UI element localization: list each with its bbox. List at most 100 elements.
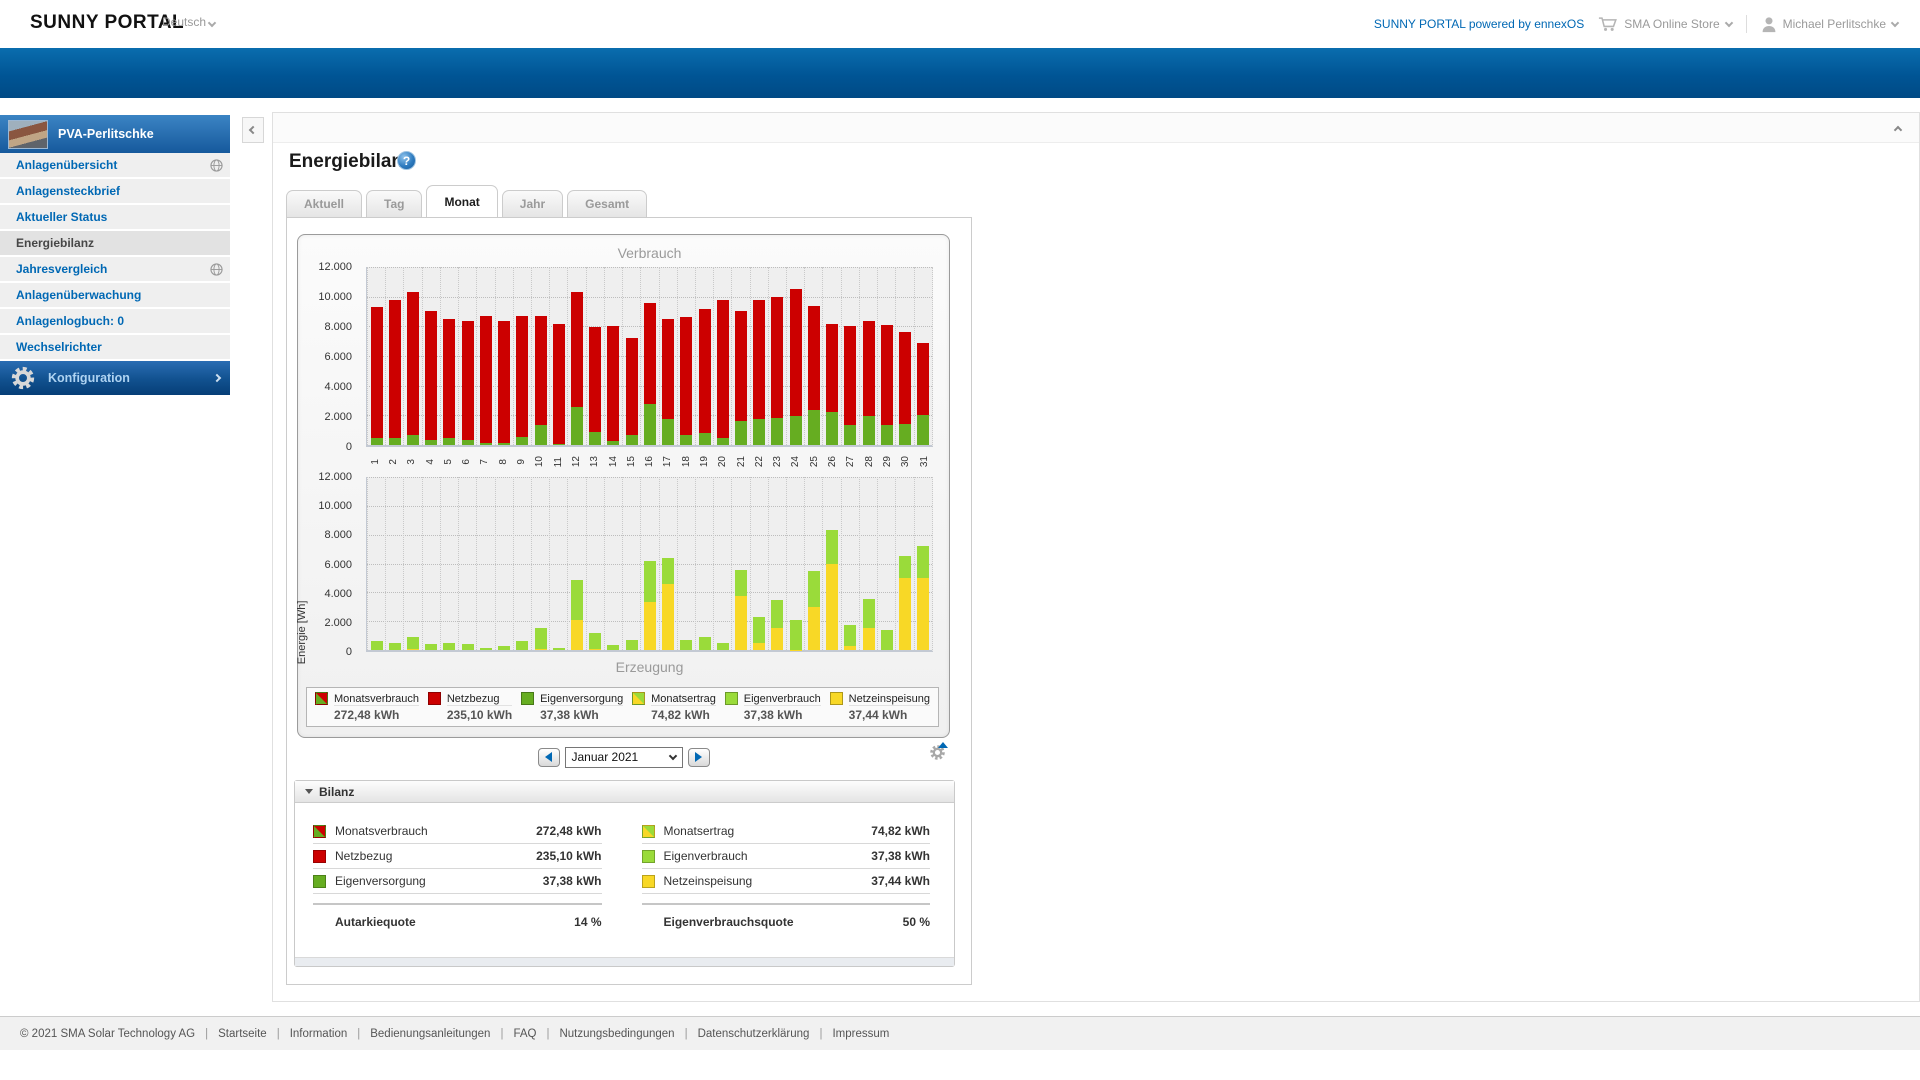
- bar-segment-eigenverbrauch: [462, 644, 474, 650]
- arrow-left-icon: [545, 752, 552, 762]
- sma-online-store-link[interactable]: SMA Online Store: [1598, 16, 1731, 32]
- color-chip-icon: [642, 875, 655, 888]
- bar-segment-eigenverbrauch: [753, 617, 765, 643]
- bar-segment-netzbezug: [589, 327, 601, 432]
- sidebar-item-anlagensteckbrief[interactable]: Anlagensteckbrief: [0, 179, 230, 205]
- plant-header[interactable]: PVA-Perlitschke: [0, 115, 230, 153]
- bar-slot-day-22: [750, 477, 768, 650]
- sidebar-item-energiebilanz[interactable]: Energiebilanz: [0, 231, 230, 257]
- bar-segment-eigenverbrauch: [699, 637, 711, 650]
- help-icon[interactable]: ?: [397, 151, 416, 170]
- tab-aktuell[interactable]: Aktuell: [286, 190, 362, 217]
- stacked-bar: [480, 477, 492, 650]
- language-selector[interactable]: Deutsch: [162, 15, 215, 29]
- sidebar-item-anlagen-bersicht[interactable]: Anlagenübersicht: [0, 153, 230, 179]
- stacked-bar: [480, 267, 492, 445]
- next-month-button[interactable]: [688, 748, 710, 767]
- legend-value: 235,10 kWh: [447, 708, 512, 722]
- bar-segment-netzeinspeisung: [808, 607, 820, 650]
- stacked-bar: [717, 477, 729, 650]
- month-select[interactable]: Januar 2021: [565, 747, 683, 768]
- sidebar-item-jahresvergleich[interactable]: Jahresvergleich: [0, 257, 230, 283]
- stacked-bar: [899, 477, 911, 650]
- stacked-bar: [462, 267, 474, 445]
- user-menu[interactable]: Michael Perlitschke: [1761, 16, 1898, 33]
- bar-segment-eigenversorgung: [699, 433, 711, 445]
- bar-slot-day-18: [677, 267, 695, 445]
- bilanz-quote-autarkiequote: Autarkiequote14 %: [313, 905, 602, 939]
- bar-segment-netzeinspeisung: [662, 584, 674, 650]
- x-label-text: 16: [644, 456, 655, 467]
- bar-segment-eigenversorgung: [771, 418, 783, 445]
- tab-monat[interactable]: Monat: [426, 185, 497, 217]
- energy-chart-panel: Verbrauch 12.00010.0008.0006.0004.0002.0…: [297, 234, 950, 738]
- bar-segment-netzbezug: [644, 303, 656, 405]
- footer-separator: |: [819, 1028, 822, 1040]
- tab-tag[interactable]: Tag: [366, 190, 422, 217]
- banner-bar: [0, 48, 1920, 98]
- x-label-text: 1: [370, 459, 381, 465]
- sidebar-item-anlagenlogbuch-0[interactable]: Anlagenlogbuch: 0: [0, 309, 230, 335]
- collapse-sidebar-button[interactable]: [242, 117, 264, 143]
- stacked-bar: [753, 477, 765, 650]
- stacked-bar: [644, 267, 656, 445]
- bar-slot-day-1: [367, 477, 385, 650]
- globe-icon: [210, 159, 223, 172]
- bar-slot-day-3: [403, 477, 421, 650]
- stacked-bar: [771, 477, 783, 650]
- footer-link-datenschutzerklärung[interactable]: Datenschutzerklärung: [698, 1028, 810, 1040]
- bar-slot-day-16: [640, 477, 658, 650]
- bar-segment-eigenverbrauch: [680, 640, 692, 650]
- footer-link-nutzungsbedingungen[interactable]: Nutzungsbedingungen: [559, 1028, 674, 1040]
- powered-by-ennexos-link[interactable]: SUNNY PORTAL powered by ennexOS: [1374, 17, 1584, 31]
- stacked-bar: [844, 267, 856, 445]
- chart-settings-icon[interactable]: [929, 744, 946, 761]
- sidebar-item-anlagen-berwachung[interactable]: Anlagenüberwachung: [0, 283, 230, 309]
- page-title: Energiebilanz: [289, 151, 413, 173]
- stacked-bar: [443, 477, 455, 650]
- x-label-text: 3: [406, 459, 417, 465]
- color-chip-icon: [313, 825, 326, 838]
- sidebar-item-label: Energiebilanz: [16, 236, 94, 250]
- bar-slot-day-27: [841, 477, 859, 650]
- bar-slot-day-23: [768, 477, 786, 650]
- legend-item-monatsverbrauch: Monatsverbrauch272,48 kWh: [315, 691, 419, 724]
- bar-slot-day-18: [677, 477, 695, 650]
- chevron-right-icon: [213, 374, 221, 382]
- bar-slot-day-15: [622, 477, 640, 650]
- bar-segment-netzbezug: [607, 326, 619, 440]
- x-label-day-9: 9: [512, 449, 530, 475]
- sidebar-item-wechselrichter[interactable]: Wechselrichter: [0, 335, 230, 361]
- sidebar-item-aktueller-status[interactable]: Aktueller Status: [0, 205, 230, 231]
- bar-segment-netzbezug: [826, 324, 838, 412]
- bar-segment-eigenverbrauch: [808, 571, 820, 606]
- stacked-bar: [680, 477, 692, 650]
- bar-segment-eigenversorgung: [535, 425, 547, 445]
- collapse-top-button[interactable]: [1885, 118, 1911, 138]
- tab-gesamt[interactable]: Gesamt: [567, 190, 647, 217]
- footer-link-faq[interactable]: FAQ: [513, 1028, 536, 1040]
- bar-slot-day-6: [458, 477, 476, 650]
- x-label-text: 24: [790, 456, 801, 467]
- footer-link-impressum[interactable]: Impressum: [832, 1028, 889, 1040]
- footer-link-information[interactable]: Information: [290, 1028, 348, 1040]
- footer-link-startseite[interactable]: Startseite: [218, 1028, 267, 1040]
- tab-jahr[interactable]: Jahr: [502, 190, 563, 217]
- previous-month-button[interactable]: [538, 748, 560, 767]
- y-tick-label: 4.000: [324, 381, 352, 393]
- bar-slot-day-6: [458, 267, 476, 445]
- footer-link-bedienungsanleitungen[interactable]: Bedienungsanleitungen: [370, 1028, 490, 1040]
- bar-slot-day-25: [804, 477, 822, 650]
- legend-item-eigenverbrauch: Eigenverbrauch37,38 kWh: [725, 691, 821, 724]
- bar-slot-day-17: [659, 267, 677, 445]
- y-tick-label: 2.000: [324, 617, 352, 629]
- legend-chip-icon: [428, 692, 441, 705]
- legend-label: Netzbezug: [447, 693, 512, 706]
- y-tick-label: 2.000: [324, 411, 352, 423]
- bar-segment-netzbezug: [516, 316, 528, 437]
- sidebar-item-konfiguration[interactable]: Konfiguration: [0, 361, 230, 395]
- x-label-text: 27: [845, 456, 856, 467]
- tab-content: Verbrauch 12.00010.0008.0006.0004.0002.0…: [286, 217, 972, 985]
- bilanz-quote-value: 50 %: [903, 915, 930, 929]
- bilanz-header[interactable]: Bilanz: [295, 781, 954, 803]
